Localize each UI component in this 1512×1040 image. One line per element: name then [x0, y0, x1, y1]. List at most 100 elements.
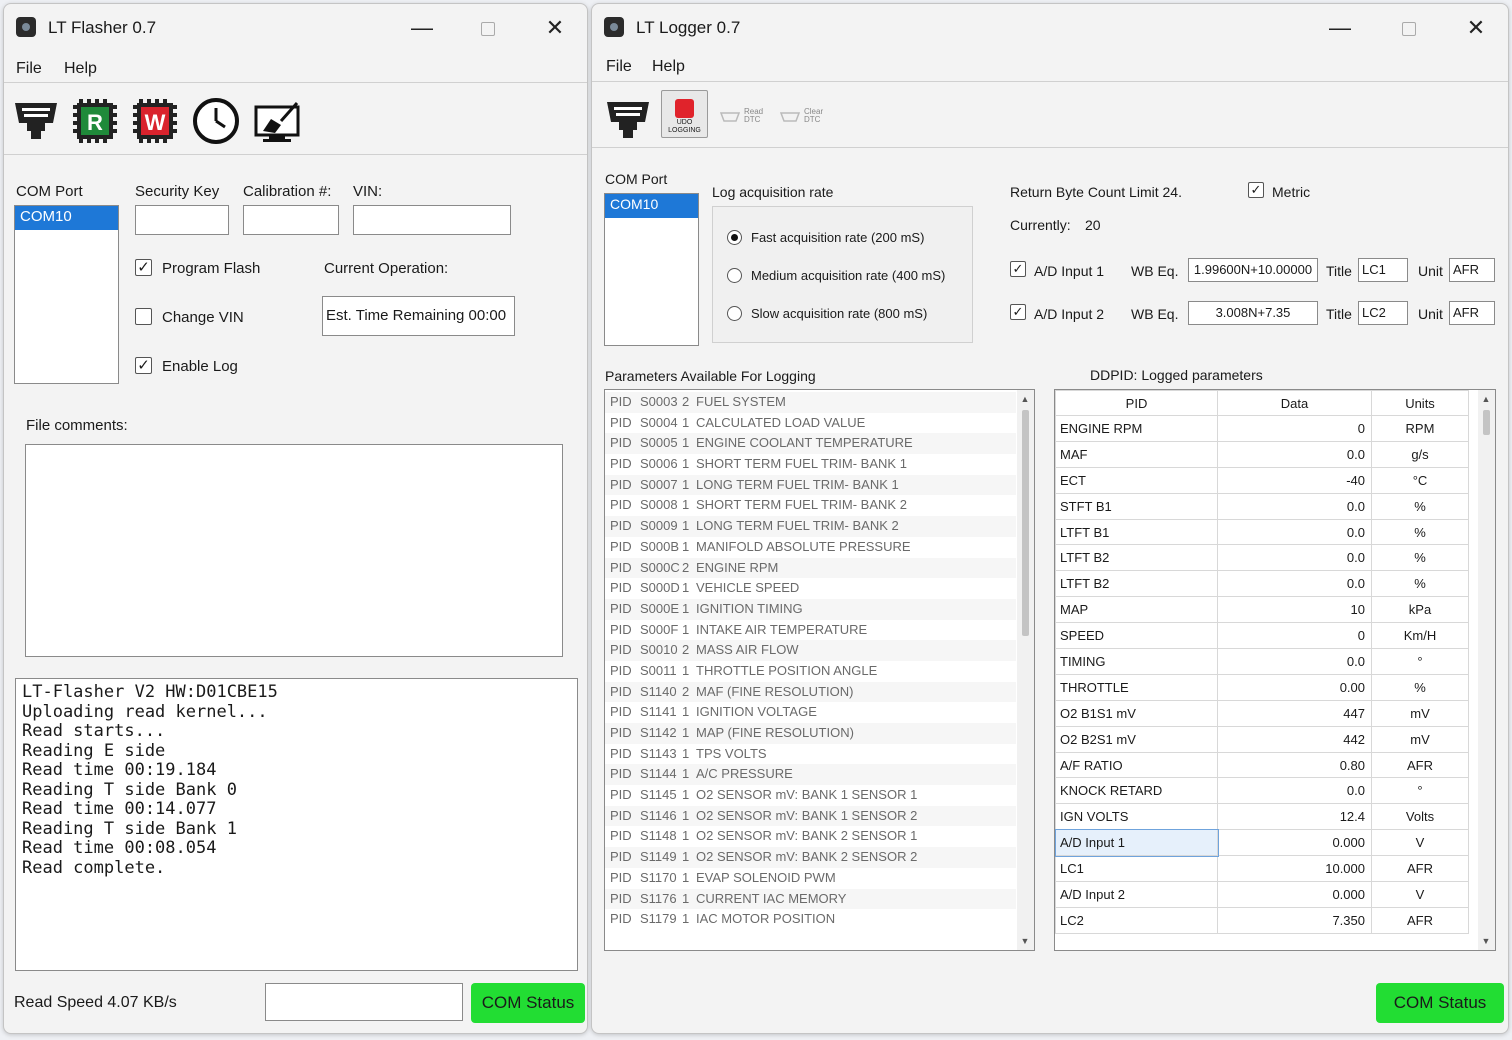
list-item[interactable]: PID S1144 1 A/C PRESSURE [605, 764, 1016, 786]
unit-1-input[interactable]: AFR [1449, 258, 1495, 282]
cell-pid[interactable]: IGN VOLTS [1055, 803, 1218, 831]
cell-pid[interactable]: LC2 [1055, 906, 1218, 934]
cell-pid[interactable]: SPEED [1055, 622, 1218, 650]
cell-pid[interactable]: ENGINE RPM [1055, 415, 1218, 442]
cell-pid[interactable]: KNOCK RETARD [1055, 777, 1218, 805]
list-item[interactable]: PID S1149 1 O2 SENSOR mV: BANK 2 SENSOR 2 [605, 847, 1016, 868]
table-row[interactable]: MAF 0.0 g/s [1055, 440, 1469, 468]
column-header-data[interactable]: Data [1217, 390, 1372, 416]
column-header-units[interactable]: Units [1371, 390, 1469, 416]
title-1-input[interactable]: LC1 [1358, 258, 1408, 282]
list-item[interactable]: PID S000D 1 VEHICLE SPEED [605, 578, 1016, 599]
list-item[interactable]: PID S0004 1 CALCULATED LOAD VALUE [605, 413, 1016, 434]
list-item[interactable]: PID S1146 1 O2 SENSOR mV: BANK 1 SENSOR 2 [605, 805, 1016, 827]
table-row[interactable]: LTFT B1 0.0% [1055, 518, 1469, 546]
close-icon[interactable]: ✕ [1454, 12, 1498, 44]
unit-2-input[interactable]: AFR [1449, 301, 1495, 325]
vin-input[interactable] [353, 205, 511, 235]
cell-pid[interactable]: O2 B2S1 mV [1055, 725, 1218, 753]
cell-pid[interactable]: MAF [1055, 440, 1218, 468]
list-item[interactable]: PID S0005 1 ENGINE COOLANT TEMPERATURE [605, 433, 1016, 455]
table-row[interactable]: THROTTLE 0.00% [1055, 673, 1469, 701]
close-icon[interactable]: ✕ [533, 12, 577, 44]
table-row[interactable]: LTFT B2 0.0% [1055, 544, 1469, 572]
minimize-icon[interactable]: — [1318, 12, 1362, 44]
list-item[interactable]: PID S1148 1 O2 SENSOR mV: BANK 2 SENSOR 1 [605, 826, 1016, 847]
slow-rate-radio[interactable] [727, 306, 742, 321]
table-row[interactable]: IGN VOLTS 12.4 Volts [1055, 803, 1469, 831]
ddpid-scrollbar[interactable]: ▲ ▼ [1478, 390, 1495, 950]
scroll-thumb[interactable] [1022, 410, 1029, 636]
com-port-list[interactable]: COM10 [604, 193, 699, 346]
medium-rate-radio[interactable] [727, 268, 742, 283]
menu-file[interactable]: File [16, 60, 42, 78]
cell-pid[interactable]: STFT B1 [1055, 492, 1218, 520]
cell-pid[interactable]: THROTTLE [1055, 673, 1218, 701]
list-item[interactable]: PID S000B 1 MANIFOLD ABSOLUTE PRESSURE [605, 537, 1016, 558]
scroll-up-icon[interactable]: ▲ [1018, 394, 1032, 404]
list-item[interactable]: PID S1145 1 O2 SENSOR mV: BANK 1 SENSOR 1 [605, 785, 1016, 806]
obd-connector-icon[interactable] [13, 99, 59, 146]
scroll-thumb[interactable] [1483, 410, 1490, 435]
cell-pid[interactable]: O2 B1S1 mV [1055, 699, 1218, 727]
com-port-list[interactable]: COM10 [14, 205, 119, 384]
table-row[interactable]: TIMING 0.0 ° [1055, 648, 1469, 675]
table-row[interactable]: O2 B2S1 mV 442 mV [1055, 725, 1469, 753]
list-item[interactable]: PID S1170 1 EVAP SOLENOID PWM [605, 868, 1016, 889]
cell-pid[interactable]: A/F RATIO [1055, 751, 1218, 779]
file-comments-textarea[interactable] [25, 444, 563, 657]
menu-help[interactable]: Help [652, 58, 685, 76]
table-row[interactable]: ENGINE RPM 0 RPM [1055, 415, 1469, 442]
scroll-up-icon[interactable]: ▲ [1479, 394, 1493, 404]
cell-pid[interactable]: LTFT B2 [1055, 570, 1218, 598]
table-row[interactable]: A/F RATIO 0.80 AFR [1055, 751, 1469, 779]
obd-connector-icon[interactable] [605, 98, 651, 145]
table-row[interactable]: O2 B1S1 mV 447 mV [1055, 699, 1469, 727]
menu-file[interactable]: File [606, 58, 632, 76]
table-row[interactable]: A/D Input 2 0.000 V [1055, 881, 1469, 908]
table-row[interactable]: KNOCK RETARD 0.0 ° [1055, 777, 1469, 805]
table-row[interactable]: A/D Input 1 0.000 V [1055, 828, 1469, 857]
wb-eq-1-input[interactable]: 1.99600N+10.00000 [1188, 258, 1318, 282]
cell-pid[interactable]: ECT [1055, 466, 1218, 494]
list-item[interactable]: PID S1176 1 CURRENT IAC MEMORY [605, 888, 1016, 910]
list-item[interactable]: PID S1141 1 IGNITION VOLTAGE [605, 702, 1016, 723]
table-row[interactable]: SPEED 0 Km/H [1055, 622, 1469, 650]
table-row[interactable]: MAP 10 kPa [1055, 596, 1469, 624]
list-item[interactable]: PID S1140 2 MAF (FINE RESOLUTION) [605, 681, 1016, 703]
minimize-icon[interactable]: — [400, 12, 444, 44]
params-scrollbar[interactable]: ▲ ▼ [1017, 390, 1034, 950]
stop-logging-button[interactable]: UDO LOGGING [661, 90, 708, 138]
clock-icon[interactable] [192, 97, 240, 150]
table-row[interactable]: STFT B1 0.0% [1055, 492, 1469, 520]
write-chip-icon[interactable]: W [131, 97, 179, 150]
list-item[interactable]: PID S0003 2 FUEL SYSTEM [605, 392, 1016, 413]
list-item[interactable]: PID S0006 1 SHORT TERM FUEL TRIM- BANK 1 [605, 454, 1016, 475]
scroll-down-icon[interactable]: ▼ [1479, 936, 1493, 946]
com-status-button[interactable]: COM Status [471, 983, 585, 1023]
list-item[interactable]: PID S000E 1 IGNITION TIMING [605, 598, 1016, 620]
metric-checkbox[interactable]: ✓ [1248, 182, 1264, 198]
list-item[interactable]: PID S0008 1 SHORT TERM FUEL TRIM- BANK 2 [605, 495, 1016, 516]
list-item[interactable]: PID S0011 1 THROTTLE POSITION ANGLE [605, 661, 1016, 682]
enable-log-checkbox[interactable]: ✓ [135, 357, 152, 374]
params-list[interactable]: PID S0003 2 FUEL SYSTEM PID S0004 1 CALCULATED … [604, 389, 1035, 951]
list-item[interactable]: PID S1179 1 IAC MOTOR POSITION [605, 909, 1016, 930]
com-port-item[interactable]: COM10 [15, 206, 118, 230]
table-row[interactable]: LC2 7.350 AFR [1055, 906, 1469, 934]
read-chip-icon[interactable]: R [71, 97, 119, 150]
title-2-input[interactable]: LC2 [1358, 301, 1408, 325]
list-item[interactable]: PID S000C 2 ENGINE RPM [605, 557, 1016, 579]
clean-monitor-icon[interactable] [253, 99, 301, 150]
cell-pid[interactable]: MAP [1055, 596, 1218, 624]
list-item[interactable]: PID S1142 1 MAP (FINE RESOLUTION) [605, 723, 1016, 744]
list-item[interactable]: PID S0007 1 LONG TERM FUEL TRIM- BANK 1 [605, 474, 1016, 496]
calibration-input[interactable] [243, 205, 339, 235]
list-item[interactable]: PID S0010 2 MASS AIR FLOW [605, 640, 1016, 661]
cell-pid[interactable]: LC1 [1055, 855, 1218, 883]
table-row[interactable]: LTFT B2 0.0% [1055, 570, 1469, 598]
table-row[interactable]: LC1 10.000 AFR [1055, 855, 1469, 883]
ad-input-2-checkbox[interactable]: ✓ [1010, 304, 1026, 320]
maximize-icon[interactable] [1387, 12, 1431, 44]
column-header-pid[interactable]: PID [1055, 390, 1218, 416]
